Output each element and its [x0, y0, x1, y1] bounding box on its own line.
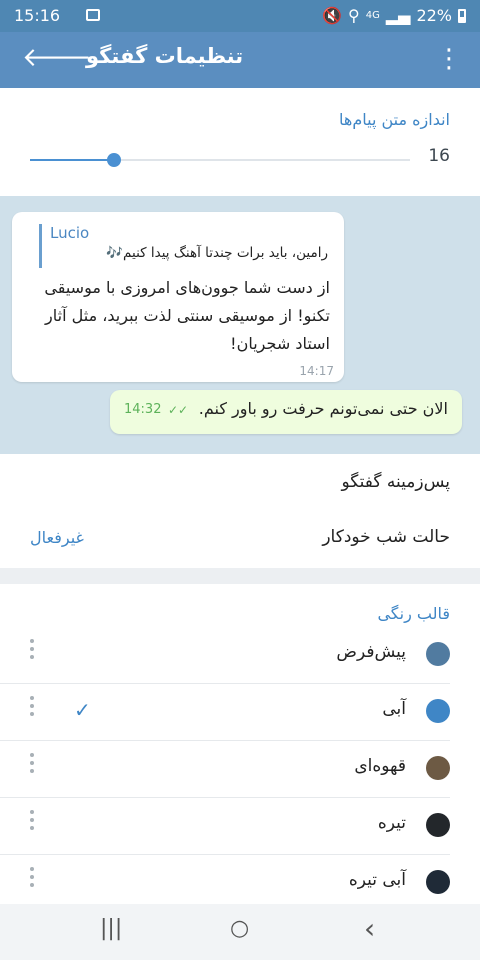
home-icon[interactable]: ○: [230, 916, 249, 941]
theme-color-swatch: [426, 756, 450, 780]
themes-label: قالب رنگی: [377, 604, 450, 623]
signal-icon: ▂▄: [385, 6, 411, 25]
theme-options-icon[interactable]: [26, 696, 38, 720]
reply-quote: Lucio رامین، باید برات چندتا آهنگ پیدا ک…: [39, 224, 328, 268]
chat-preview: Lucio رامین، باید برات چندتا آهنگ پیدا ک…: [0, 196, 480, 454]
theme-color-swatch: [426, 642, 450, 666]
status-bar: 15:16 🔇 ⚲ 4G ▂▄ 22%: [0, 0, 480, 32]
theme-item-default[interactable]: پیش‌فرض: [0, 627, 480, 684]
theme-options-icon[interactable]: [26, 867, 38, 891]
recents-icon[interactable]: |||: [100, 916, 122, 941]
reply-sender: Lucio: [50, 224, 90, 242]
theme-color-swatch: [426, 813, 450, 837]
theme-options-icon[interactable]: [26, 639, 38, 663]
status-icons: 🔇 ⚲ 4G ▂▄ 22%: [322, 6, 466, 25]
theme-name: قهوه‌ای: [354, 756, 406, 776]
back-icon[interactable]: ‹: [364, 912, 375, 945]
text-size-value: 16: [428, 146, 450, 166]
app-bar: 🡐 تنظیمات گفتگو ⋮: [0, 32, 480, 88]
chat-background-label: پس‌زمینه گفتگو: [341, 472, 451, 492]
auto-night-mode-value: غیرفعال: [30, 528, 84, 547]
back-arrow-icon[interactable]: 🡐: [22, 42, 92, 73]
section-divider: [0, 568, 480, 584]
slider-fill: [30, 159, 114, 161]
auto-night-mode-label: حالت شب خودکار: [322, 527, 450, 547]
outgoing-message-time: 14:32: [124, 402, 162, 417]
chat-background-row[interactable]: پس‌زمینه گفتگو: [0, 454, 480, 511]
theme-color-swatch: [426, 699, 450, 723]
more-vert-icon[interactable]: ⋮: [436, 42, 462, 76]
text-size-label: اندازه متن پیام‌ها: [339, 110, 450, 129]
status-time: 15:16: [14, 6, 61, 25]
theme-item-brown[interactable]: قهوه‌ای: [0, 741, 480, 798]
page-title: تنظیمات گفتگو: [86, 44, 244, 68]
gallery-icon: [86, 9, 100, 21]
battery-icon: [458, 8, 466, 23]
theme-options-icon[interactable]: [26, 753, 38, 777]
theme-name: تیره: [377, 813, 406, 833]
theme-color-swatch: [426, 870, 450, 894]
slider-thumb[interactable]: [106, 153, 121, 167]
auto-night-mode-row[interactable]: حالت شب خودکار غیرفعال: [0, 511, 480, 568]
theme-name: آبی: [382, 699, 406, 719]
outgoing-message-bubble: 14:32 ✓✓ الان حتی نمی‌تونم حرفت رو باور …: [110, 390, 462, 434]
check-icon: ✓: [74, 698, 91, 722]
theme-options-icon[interactable]: [26, 810, 38, 834]
theme-name: آبی تیره: [348, 870, 406, 890]
theme-name: پیش‌فرض: [336, 642, 406, 662]
location-icon: ⚲: [347, 6, 360, 25]
incoming-message-bubble: Lucio رامین، باید برات چندتا آهنگ پیدا ک…: [12, 212, 344, 382]
text-size-slider[interactable]: [30, 153, 410, 167]
incoming-message-text: از دست شما جوون‌های امروزی با موسیقی تکن…: [44, 278, 330, 353]
theme-item-dark[interactable]: تیره: [0, 798, 480, 855]
incoming-message-time: 14:17: [299, 364, 334, 378]
double-check-icon: ✓✓: [168, 403, 189, 417]
text-size-section: اندازه متن پیام‌ها 16: [0, 88, 480, 196]
network-label: 4G: [365, 10, 380, 21]
battery-percent: 22%: [416, 6, 452, 25]
theme-item-blue[interactable]: آبی ✓: [0, 684, 480, 741]
mute-icon: 🔇: [322, 6, 342, 25]
system-nav-bar: ||| ○ ‹: [0, 904, 480, 960]
reply-text: رامین، باید برات چندتا آهنگ پیدا کنیم🎶: [106, 245, 328, 261]
outgoing-message-text: الان حتی نمی‌تونم حرفت رو باور کنم.: [198, 399, 448, 418]
